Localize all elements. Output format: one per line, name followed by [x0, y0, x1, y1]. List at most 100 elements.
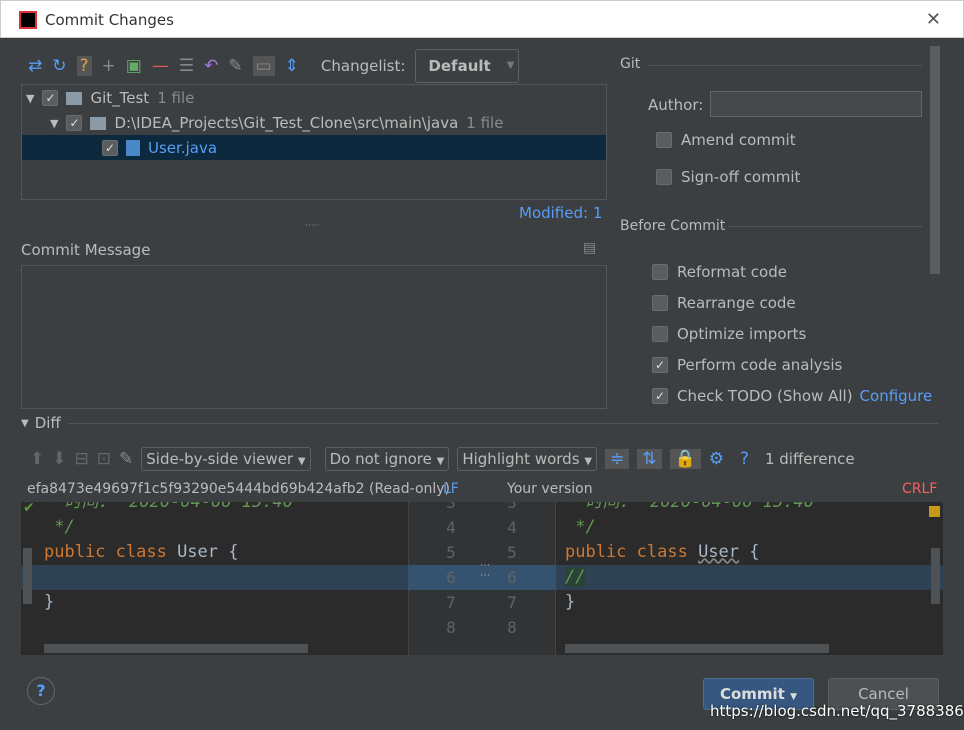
settings-gear-icon[interactable]: ⚙	[709, 449, 724, 469]
close-button[interactable]: ✕	[926, 9, 941, 30]
checkbox-label: Reformat code	[677, 262, 787, 281]
chevron-down-icon: ▼	[790, 692, 798, 702]
code-line: */	[565, 517, 596, 537]
amend-commit-checkbox[interactable]: Amend commit	[656, 131, 796, 149]
checkbox[interactable]	[656, 132, 672, 148]
move-icon[interactable]: ▣	[126, 56, 142, 76]
folder-icon	[90, 116, 107, 130]
line-number: 4	[507, 518, 517, 537]
difference-count: 1 difference	[764, 450, 855, 468]
diff-toggle[interactable]: ▼ Diff	[21, 414, 61, 432]
refresh-icon[interactable]: ↻	[52, 56, 66, 76]
tree-node-root[interactable]: ▼ ✓ Git_Test 1 file	[26, 89, 194, 107]
changelist-select[interactable]: Default ▼	[415, 49, 520, 83]
checkbox[interactable]	[652, 325, 668, 342]
line-number: 7	[507, 593, 517, 612]
lock-icon[interactable]: 🔒	[669, 449, 701, 469]
expand-arrow-icon[interactable]: ▼	[26, 92, 34, 105]
signoff-commit-checkbox[interactable]: Sign-off commit	[656, 168, 800, 186]
right-horizontal-scrollbar[interactable]	[565, 644, 829, 653]
help-icon[interactable]: ?	[740, 449, 749, 469]
diff-editor: ✔ * 时间: 2020-04-06 15:40 */ public class…	[21, 502, 943, 655]
line-number: 6	[446, 568, 456, 587]
left-vertical-scrollbar[interactable]	[23, 548, 32, 604]
collapse-unchanged-icon[interactable]: ≑	[605, 449, 630, 469]
divider	[68, 423, 938, 424]
diff-icon[interactable]: ⇄	[28, 56, 42, 76]
chevron-down-icon: ▼	[506, 60, 515, 71]
edit-icon[interactable]: ✎	[228, 56, 242, 76]
checkbox[interactable]: ✓	[42, 90, 59, 106]
message-history-icon[interactable]: ▤	[583, 240, 596, 256]
next-file-icon[interactable]: ⊡	[97, 449, 111, 469]
next-difference-icon[interactable]: ⬇	[52, 449, 66, 469]
left-editor[interactable]: * 时间: 2020-04-06 15:40 */ public class U…	[44, 502, 293, 615]
line-number: 3	[507, 502, 517, 512]
edit-source-icon[interactable]: ✎	[119, 449, 133, 469]
right-vertical-scrollbar[interactable]	[931, 548, 940, 604]
module-icon	[66, 91, 83, 105]
author-input[interactable]	[710, 91, 922, 117]
checkbox[interactable]	[652, 294, 668, 311]
help-button[interactable]: ?	[27, 677, 55, 705]
right-editor[interactable]: * 时间: 2020-04-06 15:40 */ public class U…	[565, 502, 814, 615]
right-panel-scrollbar[interactable]	[930, 46, 940, 274]
divider	[728, 226, 922, 227]
checkbox[interactable]: ✓	[652, 356, 668, 373]
code-line: */	[44, 517, 75, 537]
viewer-select[interactable]: Side-by-side viewer ▼	[141, 447, 311, 471]
line-number: 5	[446, 543, 456, 562]
code-line: }	[44, 592, 55, 612]
revert-icon[interactable]: ↶	[204, 56, 218, 76]
checkbox[interactable]: ✓	[102, 139, 118, 156]
chevron-down-icon: ▼	[584, 456, 593, 467]
changelist-label: Changelist:	[320, 57, 406, 75]
optimize-imports-checkbox[interactable]: Optimize imports	[652, 318, 932, 349]
commit-message-input[interactable]	[21, 265, 607, 409]
previous-difference-icon[interactable]: ⬆	[30, 449, 44, 469]
sync-scroll-icon[interactable]: ⇅	[637, 449, 662, 469]
expand-arrow-icon[interactable]: ▼	[50, 117, 58, 130]
line-number: 6	[507, 568, 517, 587]
ignore-select[interactable]: Do not ignore ▼	[324, 447, 450, 471]
merge-splitter-handle[interactable]: ⋮⋮	[479, 560, 490, 580]
right-line-separator[interactable]: CRLF	[902, 481, 937, 497]
checkbox-label: Perform code analysis	[677, 355, 843, 374]
check-todo-checkbox[interactable]: ✓ Check TODO (Show All) Configure	[652, 380, 932, 411]
collapse-arrow-icon: ▼	[21, 417, 29, 429]
node-count: 1 file	[157, 89, 195, 107]
left-horizontal-scrollbar[interactable]	[44, 644, 308, 653]
highlight-value: Highlight words	[462, 450, 580, 468]
configure-link[interactable]: Configure	[860, 387, 933, 405]
expand-icon[interactable]: ⇕	[285, 56, 299, 76]
left-file-title: efa8473e49697f1c5f93290e5444bd69b424afb2…	[27, 481, 451, 497]
node-label: User.java	[148, 138, 218, 157]
preview-icon[interactable]: ▭	[252, 56, 275, 76]
code-line: * 时间: 2020-04-06 15:40	[565, 502, 814, 512]
checkbox[interactable]: ✓	[66, 115, 83, 131]
rearrange-code-checkbox[interactable]: Rearrange code	[652, 287, 932, 318]
reformat-code-checkbox[interactable]: Reformat code	[652, 256, 932, 287]
checkbox-label: Optimize imports	[677, 324, 807, 343]
tree-node-folder[interactable]: ▼ ✓ D:\IDEA_Projects\Git_Test_Clone\src\ma…	[50, 114, 503, 132]
checkbox[interactable]	[652, 263, 668, 280]
list-icon[interactable]: ☰	[179, 56, 194, 76]
tree-node-file[interactable]: ✓ User.java	[22, 135, 606, 160]
checkbox[interactable]	[656, 169, 672, 185]
splitter-handle[interactable]: ·····	[305, 221, 319, 231]
group-icon[interactable]: ?	[76, 56, 92, 76]
line-number: 4	[446, 518, 456, 537]
window-title: Commit Changes	[45, 11, 174, 29]
diff-toolbar: ⬆ ⬇ ⊟ ⊡ ✎ Side-by-side viewer ▼ Do not i…	[30, 447, 855, 471]
add-icon[interactable]: +	[102, 56, 116, 76]
divider	[648, 65, 922, 66]
checkbox[interactable]: ✓	[652, 387, 668, 404]
perform-code-analysis-checkbox[interactable]: ✓ Perform code analysis	[652, 349, 932, 380]
remove-icon[interactable]: —	[152, 56, 169, 76]
line-number: 8	[446, 618, 456, 637]
left-line-separator[interactable]: LF	[443, 481, 459, 497]
node-label: Git_Test	[90, 89, 150, 107]
previous-file-icon[interactable]: ⊟	[75, 449, 89, 469]
highlight-select[interactable]: Highlight words ▼	[457, 447, 598, 471]
